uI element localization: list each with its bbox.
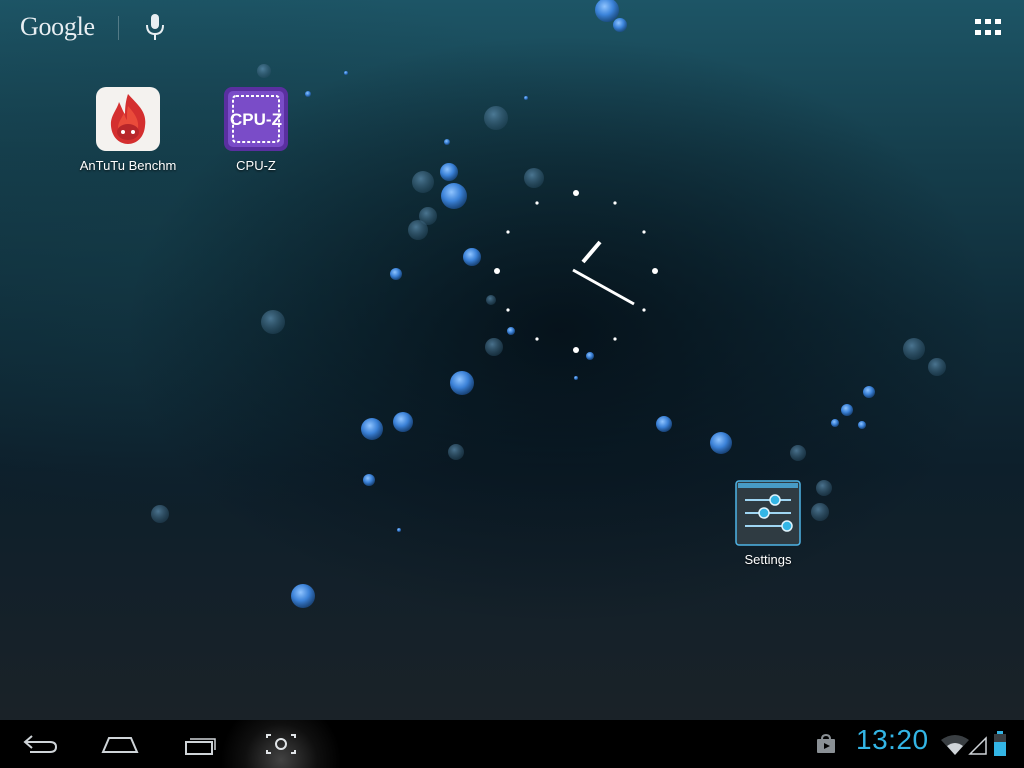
search-bar-divider bbox=[118, 16, 119, 40]
wallpaper-bubble bbox=[261, 310, 285, 334]
back-icon[interactable] bbox=[18, 728, 62, 760]
wallpaper-bubble bbox=[390, 268, 402, 280]
wallpaper-bubble bbox=[444, 139, 450, 145]
clock-hour-hand bbox=[581, 240, 602, 264]
wallpaper-bubble bbox=[291, 584, 315, 608]
wifi-icon bbox=[940, 734, 970, 760]
wallpaper-bubble bbox=[903, 338, 925, 360]
cpu-z-icon-text: CPU-Z bbox=[230, 110, 282, 129]
wallpaper-bubble bbox=[613, 18, 627, 32]
app-antutu-benchmark[interactable]: AnTuTu Benchm bbox=[73, 86, 183, 173]
wallpaper-bubble bbox=[841, 404, 853, 416]
clock-minute-hand bbox=[572, 268, 635, 306]
home-icon[interactable] bbox=[98, 728, 142, 760]
wallpaper-bubble bbox=[440, 163, 458, 181]
battery-icon bbox=[993, 730, 1007, 762]
wallpaper-bubble bbox=[574, 376, 578, 380]
settings-sliders-icon bbox=[735, 480, 801, 546]
all-apps-grid-icon[interactable] bbox=[974, 18, 1002, 38]
google-search-logo[interactable]: Google bbox=[20, 12, 95, 42]
app-label: CPU-Z bbox=[236, 158, 276, 173]
wallpaper-bubble bbox=[484, 106, 508, 130]
wallpaper-bubble bbox=[393, 412, 413, 432]
wallpaper-bubble bbox=[441, 183, 467, 209]
wallpaper-bubble bbox=[710, 432, 732, 454]
antutu-flame-icon bbox=[95, 86, 161, 152]
wallpaper-bubble bbox=[858, 421, 866, 429]
wallpaper-bubble bbox=[363, 474, 375, 486]
wallpaper-bubble bbox=[656, 416, 672, 432]
wallpaper-bubble bbox=[928, 358, 946, 376]
app-label: Settings bbox=[744, 552, 792, 567]
wallpaper-bubble bbox=[344, 71, 348, 75]
app-settings[interactable]: Settings bbox=[713, 480, 823, 567]
screenshot-icon[interactable] bbox=[259, 728, 303, 760]
wallpaper-bubble bbox=[448, 444, 464, 460]
wallpaper-bubble bbox=[463, 248, 481, 266]
status-clock[interactable]: 13:20 bbox=[856, 724, 929, 756]
app-cpu-z[interactable]: CPU-Z CPU-Z bbox=[201, 86, 311, 173]
wallpaper-bubble bbox=[863, 386, 875, 398]
wallpaper-bubble bbox=[831, 419, 839, 427]
wallpaper-bubble bbox=[412, 171, 434, 193]
cpu-z-chip-icon: CPU-Z bbox=[223, 86, 289, 152]
wallpaper-bubble bbox=[450, 371, 474, 395]
microphone-icon[interactable] bbox=[142, 12, 168, 42]
cell-signal-icon bbox=[968, 734, 988, 760]
app-label: AnTuTu Benchm bbox=[79, 158, 177, 173]
wallpaper-bubble bbox=[790, 445, 806, 461]
wallpaper-bubble bbox=[361, 418, 383, 440]
wallpaper-bubble bbox=[151, 505, 169, 523]
wallpaper-bubble bbox=[397, 528, 401, 532]
wallpaper-bubble bbox=[524, 168, 544, 188]
wallpaper-bubble bbox=[257, 64, 271, 78]
wallpaper-bubble bbox=[408, 220, 428, 240]
wallpaper-bubble bbox=[595, 0, 619, 22]
analog-clock-widget[interactable] bbox=[491, 186, 661, 356]
wallpaper-bubble bbox=[524, 96, 528, 100]
play-store-bag-icon[interactable] bbox=[815, 733, 837, 759]
recent-apps-icon[interactable] bbox=[178, 728, 222, 760]
